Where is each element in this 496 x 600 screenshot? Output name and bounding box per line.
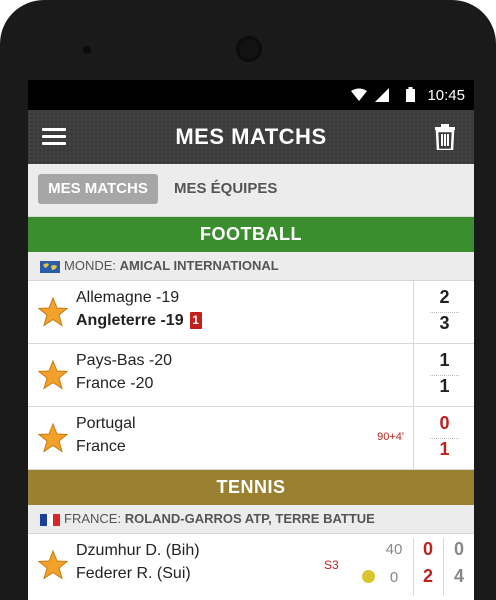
match-row[interactable]: Portugal France 90+4' 0 1 xyxy=(28,407,474,470)
away-score: 1 xyxy=(439,376,450,396)
home-team: Portugal xyxy=(76,415,136,432)
home-score: 2 xyxy=(439,287,450,307)
star-favorite-icon[interactable] xyxy=(38,297,68,327)
trash-icon[interactable] xyxy=(434,124,456,150)
competition-name: ROLAND-GARROS ATP, TERRE BATTUE xyxy=(124,511,375,526)
signal-icon xyxy=(375,88,389,102)
competition-header[interactable]: FRANCE: ROLAND-GARROS ATP, TERRE BATTUE xyxy=(28,505,474,534)
star-favorite-icon[interactable] xyxy=(38,360,68,390)
france-flag-icon xyxy=(40,514,60,526)
world-flag-icon xyxy=(40,261,60,273)
tennis-section-header: TENNIS xyxy=(28,470,474,505)
earpiece-speaker xyxy=(236,36,262,62)
away-score: 3 xyxy=(439,313,450,333)
front-camera xyxy=(83,46,91,54)
football-section-header: FOOTBALL xyxy=(28,217,474,252)
home-team: Pays-Bas -20 xyxy=(76,352,173,369)
competition-country: MONDE: xyxy=(64,258,116,273)
score-column: 2 3 xyxy=(413,281,474,343)
player-two: Federer R. (Sui) xyxy=(76,565,191,582)
star-favorite-icon[interactable] xyxy=(38,423,68,453)
tab-bar: MES MATCHS MES ÉQUIPES xyxy=(28,164,474,217)
home-score: 0 xyxy=(439,413,450,433)
battery-icon xyxy=(406,87,415,102)
match-row[interactable]: Allemagne -19 Angleterre -19 1 2 3 xyxy=(28,281,474,344)
tab-mes-equipes[interactable]: MES ÉQUIPES xyxy=(174,174,277,204)
competition-header[interactable]: MONDE: AMICAL INTERNATIONAL xyxy=(28,252,474,281)
away-team: France -20 xyxy=(76,375,154,392)
score-column: 1 1 xyxy=(413,344,474,406)
player-one: Dzumhur D. (Bih) xyxy=(76,542,200,559)
app-bar: MES MATCHS xyxy=(28,110,474,164)
away-team-name: Angleterre -19 xyxy=(76,312,184,329)
match-row[interactable]: Dzumhur D. (Bih) Federer R. (Sui) S3 40 … xyxy=(28,534,474,596)
player-one-points: 40 xyxy=(385,541,403,558)
home-team: Allemagne -19 xyxy=(76,289,180,306)
serve-ball-icon xyxy=(362,570,375,583)
current-set: S3 xyxy=(324,558,339,572)
player-two-points: 0 xyxy=(389,569,399,586)
match-row[interactable]: Pays-Bas -20 France -20 1 1 xyxy=(28,344,474,407)
score-column: 0 1 xyxy=(413,407,474,469)
competition-name: AMICAL INTERNATIONAL xyxy=(119,258,279,273)
status-bar: 10:45 xyxy=(28,80,474,110)
wifi-icon xyxy=(351,88,367,101)
away-team: Angleterre -19 1 xyxy=(76,312,202,330)
player-two-game: 2 xyxy=(422,566,433,586)
away-score: 1 xyxy=(439,439,450,459)
status-time: 10:45 xyxy=(427,87,465,104)
screen: 10:45 MES MATCHS MES MATCHS MES ÉQUIPES … xyxy=(28,80,474,600)
player-one-game: 0 xyxy=(422,539,433,559)
star-favorite-icon[interactable] xyxy=(38,550,68,580)
tab-mes-matchs[interactable]: MES MATCHS xyxy=(38,174,158,204)
red-card-badge: 1 xyxy=(189,312,202,329)
phone-frame: 10:45 MES MATCHS MES MATCHS MES ÉQUIPES … xyxy=(0,0,496,600)
player-one-sets: 0 xyxy=(453,539,464,559)
page-title: MES MATCHS xyxy=(175,124,327,149)
match-minute: 90+4' xyxy=(377,431,404,443)
away-team: France xyxy=(76,438,126,455)
home-score: 1 xyxy=(439,350,450,370)
player-two-sets: 4 xyxy=(453,566,464,586)
competition-country: FRANCE: xyxy=(64,511,122,526)
